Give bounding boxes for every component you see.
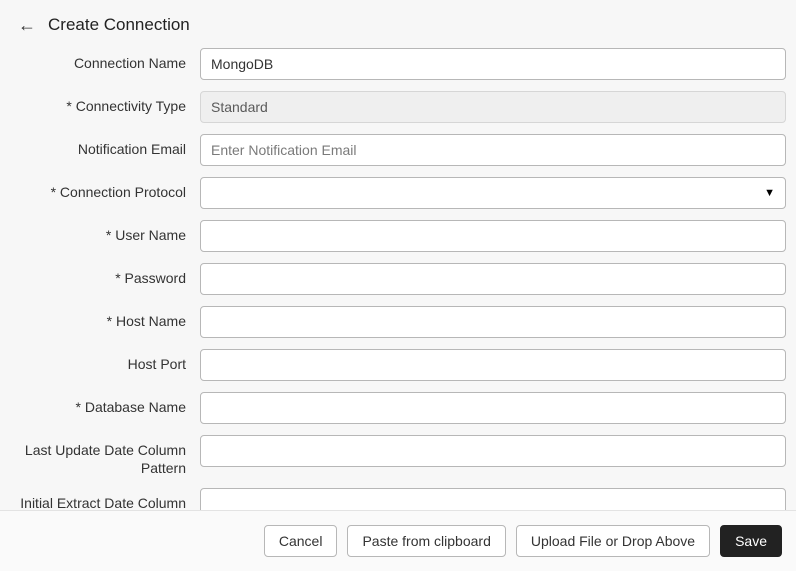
label-connection-name: Connection Name xyxy=(10,48,200,73)
label-user-name: User Name xyxy=(10,220,200,245)
label-connectivity-type: Connectivity Type xyxy=(10,91,200,116)
paste-from-clipboard-button[interactable]: Paste from clipboard xyxy=(347,525,505,557)
label-database-name: Database Name xyxy=(10,392,200,417)
back-arrow-icon[interactable]: ← xyxy=(12,14,42,36)
initial-extract-pattern-input[interactable] xyxy=(200,488,786,510)
upload-file-button[interactable]: Upload File or Drop Above xyxy=(516,525,710,557)
label-host-name: Host Name xyxy=(10,306,200,331)
save-button[interactable]: Save xyxy=(720,525,782,557)
label-last-update-pattern: Last Update Date Column Pattern xyxy=(10,435,200,477)
label-connection-protocol: Connection Protocol xyxy=(10,177,200,202)
page-header: ← Create Connection xyxy=(0,0,796,46)
label-host-port: Host Port xyxy=(10,349,200,374)
label-password: Password xyxy=(10,263,200,288)
page-title: Create Connection xyxy=(48,15,190,35)
chevron-down-icon: ▼ xyxy=(764,187,775,199)
last-update-pattern-input[interactable] xyxy=(200,435,786,467)
connection-name-input[interactable] xyxy=(200,48,786,80)
label-initial-extract-pattern: Initial Extract Date Column Pattern xyxy=(10,488,200,510)
host-name-input[interactable] xyxy=(200,306,786,338)
host-port-input[interactable] xyxy=(200,349,786,381)
label-notification-email: Notification Email xyxy=(10,134,200,159)
connection-protocol-select[interactable]: ▼ xyxy=(200,177,786,209)
user-name-input[interactable] xyxy=(200,220,786,252)
password-input[interactable] xyxy=(200,263,786,295)
form-area: Connection Name Connectivity Type Notifi… xyxy=(0,46,796,510)
cancel-button[interactable]: Cancel xyxy=(264,525,338,557)
notification-email-input[interactable] xyxy=(200,134,786,166)
connectivity-type-input xyxy=(200,91,786,123)
footer: Cancel Paste from clipboard Upload File … xyxy=(0,510,796,571)
database-name-input[interactable] xyxy=(200,392,786,424)
